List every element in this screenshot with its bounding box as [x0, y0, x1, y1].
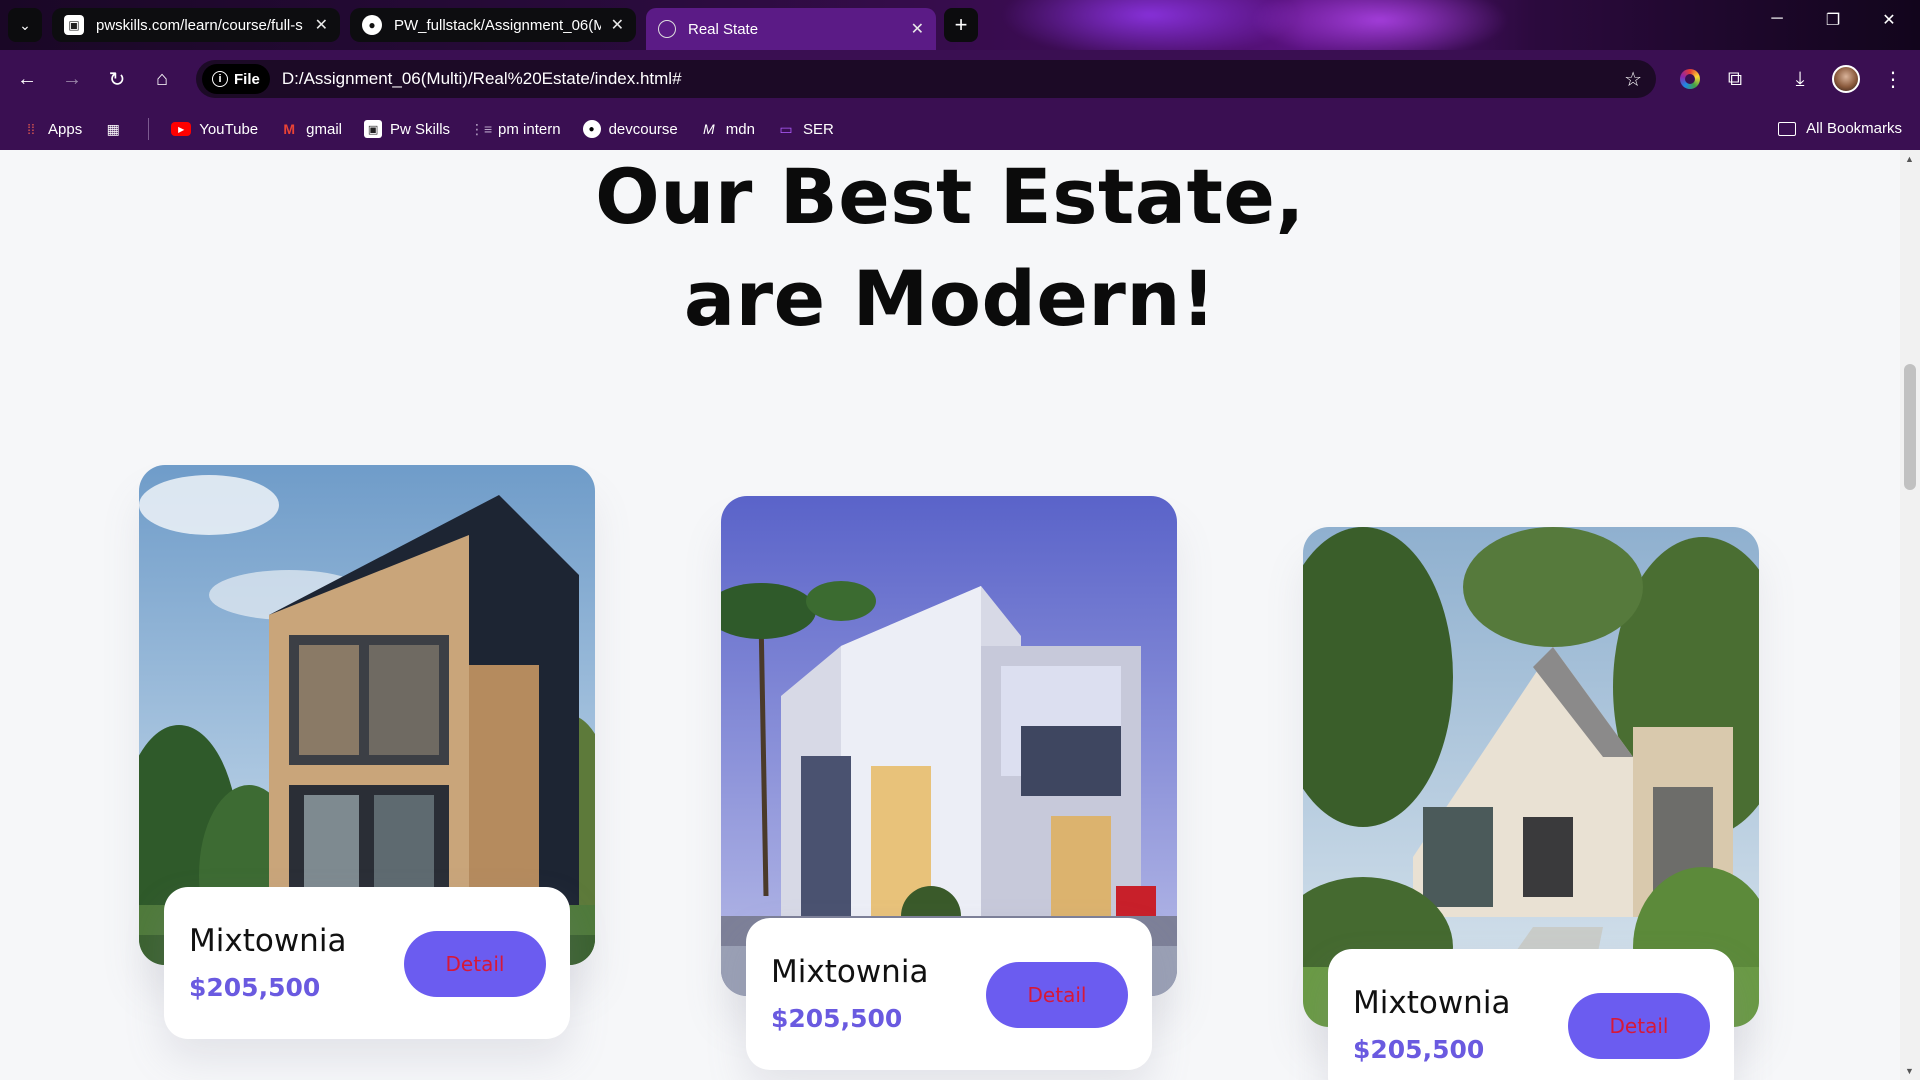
back-icon[interactable]: ← [10, 62, 44, 96]
pwskills-icon: ▣ [364, 120, 383, 138]
folder-icon [1778, 121, 1797, 136]
download-icon[interactable]: ⤓ [1783, 62, 1817, 96]
tab-real-state[interactable]: Real State ✕ [646, 8, 936, 50]
bookmark-mdn[interactable]: M mdn [700, 120, 755, 138]
menu-kebab-icon[interactable]: ⋮ [1876, 62, 1910, 96]
bookmark-pm-intern[interactable]: ⋮≡ pm intern [469, 120, 561, 138]
property-name: Mixtownia [771, 954, 929, 990]
page-scrollbar[interactable]: ▲ ▼ [1900, 150, 1920, 1080]
property-price: $205,500 [771, 1004, 903, 1033]
tab-bar: ⌄ ▣ pwskills.com/learn/course/full-s ✕ ●… [0, 0, 1920, 50]
property-name: Mixtownia [1353, 985, 1511, 1021]
ser-icon: ▭ [779, 120, 793, 137]
pm-intern-icon: ⋮≡ [469, 120, 493, 137]
bookmark-label: pm intern [498, 120, 561, 138]
close-icon[interactable]: ✕ [911, 19, 924, 39]
bookmark-label: Apps [48, 120, 83, 138]
bookmark-pwskills[interactable]: ▣ Pw Skills [364, 120, 450, 138]
tab-title: Real State [688, 20, 759, 38]
bookmark-ser[interactable]: ▭ SER [777, 120, 834, 138]
property-price: $205,500 [189, 973, 321, 1002]
youtube-icon: ▶ [171, 122, 192, 136]
bookmark-gmail[interactable]: M gmail [280, 120, 342, 138]
globe-icon [658, 20, 676, 38]
browser-toolbar: ← → ↻ ⌂ i File D:/Assignment_06(Multi)/R… [0, 50, 1920, 108]
file-chip-label: File [234, 70, 260, 88]
home-icon[interactable]: ⌂ [145, 62, 179, 96]
bookmark-label: Pw Skills [390, 120, 451, 138]
info-icon: i [212, 71, 228, 87]
address-bar[interactable]: i File D:/Assignment_06(Multi)/Real%20Es… [196, 60, 1656, 98]
bookmark-label: mdn [725, 120, 755, 138]
page-heading: Our Best Estate, are Modern! [0, 150, 1900, 350]
tab-github[interactable]: ● PW_fullstack/Assignment_06(M ✕ [350, 8, 636, 42]
bookmark-label: gmail [306, 120, 343, 138]
mdn-icon: M [702, 121, 715, 137]
bookmark-label: devcourse [608, 120, 678, 138]
bookmark-youtube[interactable]: ▶ YouTube [171, 121, 258, 138]
site-info-chip[interactable]: i File [202, 64, 270, 94]
close-icon[interactable]: ✕ [611, 15, 624, 35]
color-extension-icon[interactable] [1673, 62, 1707, 96]
reload-icon[interactable]: ↻ [100, 62, 134, 96]
all-bookmarks-button[interactable]: All Bookmarks [1778, 120, 1902, 137]
detail-button[interactable]: Detail [986, 962, 1128, 1028]
scroll-down-arrow-icon[interactable]: ▼ [1905, 1066, 1914, 1076]
bookmarks-bar: ⁞⁞ Apps ▦ ▶ YouTube M gmail ▣ Pw Skills … [0, 108, 1920, 150]
github-icon: ● [582, 120, 601, 138]
all-bookmarks-label: All Bookmarks [1806, 120, 1902, 137]
new-tab-button[interactable]: + [944, 8, 978, 42]
tab-search-button[interactable]: ⌄ [8, 8, 42, 42]
tab-pwskills[interactable]: ▣ pwskills.com/learn/course/full-s ✕ [52, 8, 340, 42]
property-info-box: Mixtownia $205,500 Detail [746, 918, 1152, 1070]
bookmark-star-icon[interactable]: ☆ [1624, 67, 1642, 92]
property-name: Mixtownia [189, 923, 347, 959]
github-favicon-icon: ● [362, 15, 382, 35]
tab-title: PW_fullstack/Assignment_06(M [394, 16, 601, 34]
extensions-puzzle-icon[interactable]: ⧉ [1718, 62, 1752, 96]
window-close-icon[interactable]: ✕ [1874, 10, 1904, 30]
url-text[interactable]: D:/Assignment_06(Multi)/Real%20Estate/in… [282, 69, 682, 89]
heading-line-2: are Modern! [683, 254, 1217, 343]
minimize-icon[interactable]: ─ [1762, 10, 1792, 28]
pwskills-favicon-icon: ▣ [64, 15, 84, 35]
bookmark-devcourse[interactable]: ● devcourse [582, 120, 678, 138]
close-icon[interactable]: ✕ [315, 15, 328, 35]
avatar[interactable] [1829, 62, 1863, 96]
tab-title: pwskills.com/learn/course/full-s [96, 16, 303, 34]
bookmark-label: SER [802, 120, 834, 138]
bookmark-separator [148, 118, 150, 140]
bookmark-tab-groups[interactable]: ▦ [104, 120, 130, 138]
scroll-thumb[interactable] [1904, 364, 1916, 490]
detail-button[interactable]: Detail [1568, 993, 1710, 1059]
scroll-up-arrow-icon[interactable]: ▲ [1905, 154, 1914, 164]
restore-icon[interactable]: ❐ [1818, 10, 1848, 30]
bookmark-label: YouTube [199, 120, 259, 138]
page-viewport: Our Best Estate, are Modern! Mixtownia $… [0, 150, 1900, 1080]
forward-icon[interactable]: → [55, 62, 89, 96]
property-price: $205,500 [1353, 1035, 1485, 1064]
heading-line-1: Our Best Estate, [595, 152, 1305, 241]
apps-grid-icon: ⁞⁞ [27, 121, 35, 137]
property-info-box: Mixtownia $205,500 Detail [164, 887, 570, 1039]
tab-groups-icon: ▦ [106, 120, 120, 137]
property-info-box: Mixtownia $205,500 Detail [1328, 949, 1734, 1080]
detail-button[interactable]: Detail [404, 931, 546, 997]
bookmark-apps[interactable]: ⁞⁞ Apps [22, 120, 82, 138]
gmail-icon: M [283, 121, 295, 137]
